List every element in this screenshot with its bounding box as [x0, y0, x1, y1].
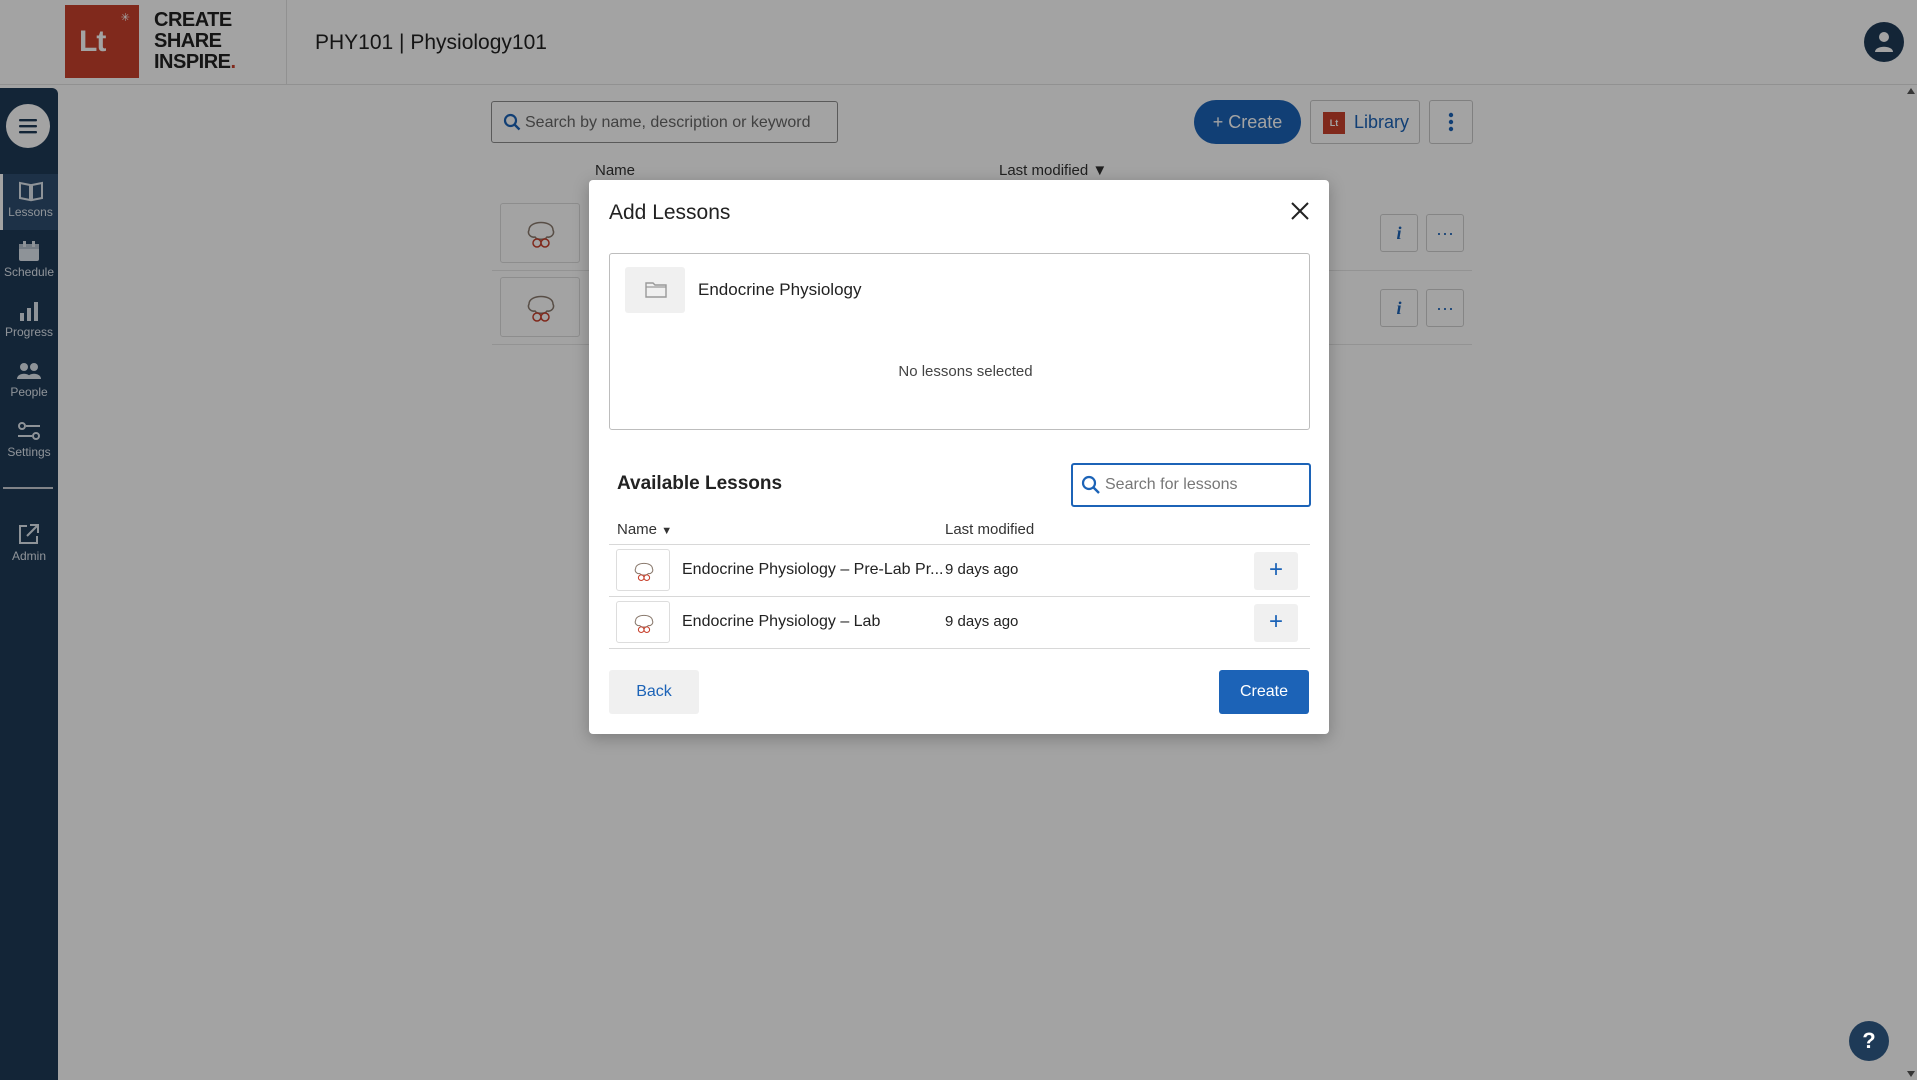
folder-tile [625, 267, 685, 313]
add-lessons-dialog: Add Lessons Endocrine Physiology No less… [589, 180, 1329, 734]
selected-lessons-panel: Endocrine Physiology No lessons selected [609, 253, 1310, 430]
sort-desc-icon: ▼ [661, 525, 673, 537]
add-lesson-button[interactable]: + [1254, 552, 1298, 590]
add-lesson-button[interactable]: + [1254, 604, 1298, 642]
close-icon [1291, 202, 1309, 220]
help-button[interactable]: ? [1849, 1021, 1889, 1061]
lesson-search-field[interactable] [1071, 463, 1311, 507]
column-header-name[interactable]: Name ▼ [617, 521, 672, 538]
brain-icon [634, 562, 654, 582]
back-button[interactable]: Back [609, 670, 699, 714]
table-row: Endocrine Physiology – Pre-Lab Pr... 9 d… [609, 545, 1310, 597]
column-header-last-modified[interactable]: Last modified [945, 521, 1034, 538]
lesson-name: Endocrine Physiology – Lab [682, 613, 881, 630]
column-header-label: Name [617, 521, 658, 538]
lesson-thumbnail [616, 549, 670, 591]
brain-icon [634, 614, 654, 634]
empty-selection-message: No lessons selected [898, 363, 1033, 380]
folder-name: Endocrine Physiology [698, 280, 862, 299]
create-button[interactable]: Create [1219, 670, 1309, 714]
dialog-title: Add Lessons [609, 201, 731, 224]
available-lessons-heading: Available Lessons [617, 473, 783, 494]
folder-icon [645, 282, 667, 298]
lesson-last-modified: 9 days ago [945, 613, 1019, 630]
close-button[interactable] [1287, 198, 1313, 224]
lesson-name: Endocrine Physiology – Pre-Lab Pr... [682, 561, 944, 578]
table-row: Endocrine Physiology – Lab 9 days ago + [609, 597, 1310, 649]
lesson-thumbnail [616, 601, 670, 643]
search-icon [1081, 475, 1100, 494]
lesson-last-modified: 9 days ago [945, 561, 1019, 578]
lesson-search-input[interactable] [1105, 473, 1301, 497]
